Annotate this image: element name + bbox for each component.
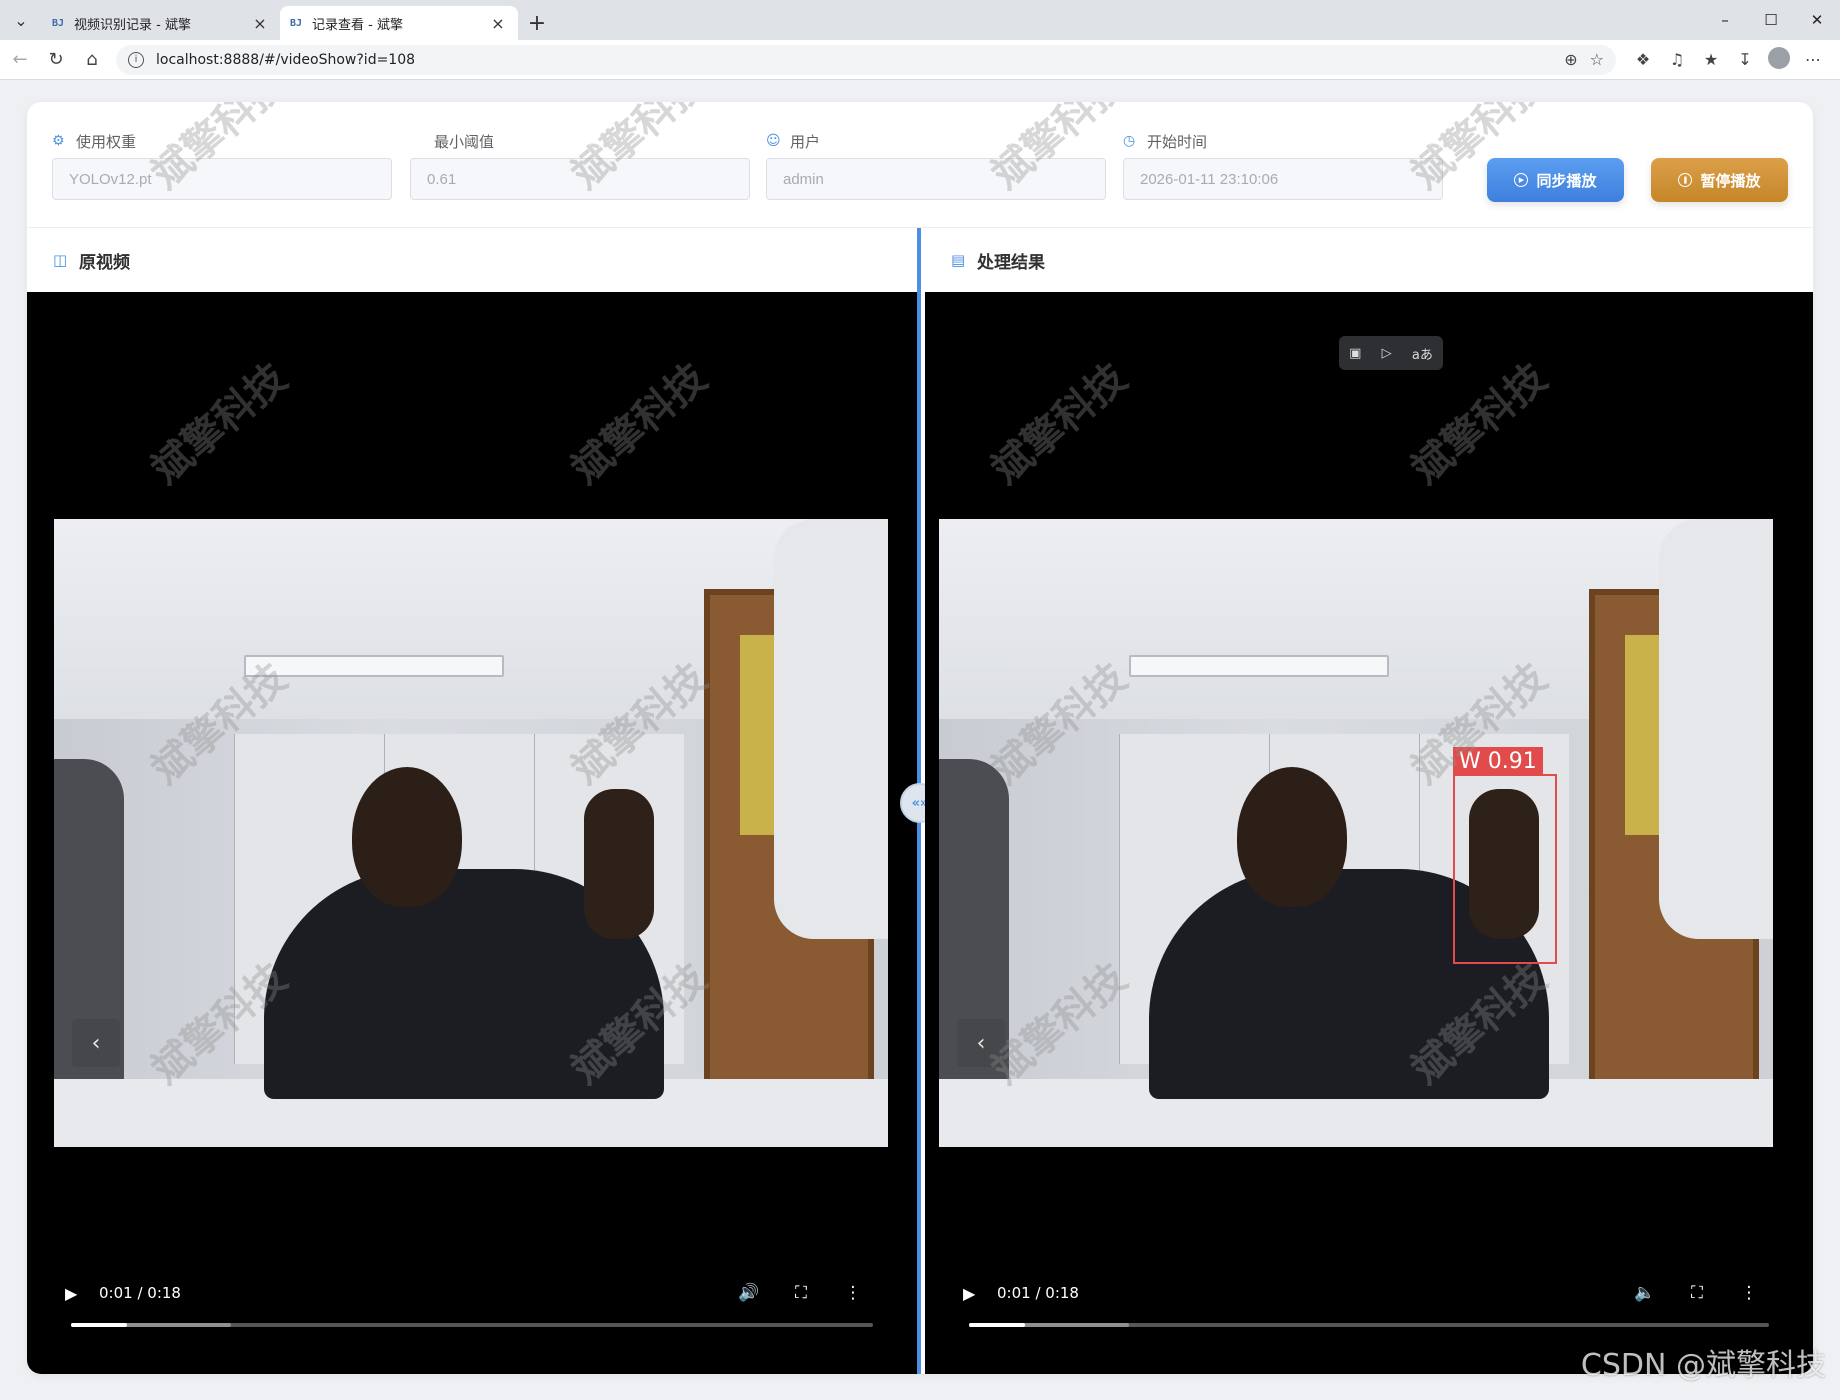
- extensions-puzzle-icon[interactable]: ❖: [1626, 50, 1660, 69]
- pause-play-button[interactable]: ❚ 暂停播放: [1651, 158, 1788, 202]
- favorites-list-icon[interactable]: ★: [1694, 50, 1728, 69]
- original-video-player[interactable]: ‹ ▶ 0:01 / 0:18 🔊 ⛶ ⋮: [27, 292, 917, 1374]
- weight-input[interactable]: YOLOv12.pt: [52, 158, 392, 200]
- home-icon[interactable]: ⌂: [76, 44, 108, 76]
- play-icon[interactable]: ▶: [963, 1284, 993, 1303]
- play-circle-icon: ▶: [1514, 173, 1529, 187]
- csdn-watermark: CSDN @斌擎科技: [1580, 1348, 1826, 1383]
- original-played-bar: [71, 1323, 128, 1327]
- fullscreen-icon[interactable]: ⛶: [1671, 1283, 1723, 1303]
- prev-arrow-icon[interactable]: ‹: [957, 1019, 1005, 1067]
- weight-field: ⚙ 使用权重 YOLOv12.pt: [52, 126, 392, 200]
- sync-play-button[interactable]: ▶ 同步播放: [1487, 158, 1624, 202]
- window-close-icon[interactable]: ✕: [1794, 0, 1840, 40]
- browser-tabbar: ⌄ BJ 视频识别记录 - 斌擎 × BJ 记录查看 - 斌擎 × + – ☐ …: [0, 0, 1840, 40]
- original-video-title: 原视频: [79, 252, 130, 273]
- tab-video-records[interactable]: BJ 视频识别记录 - 斌擎 ×: [42, 6, 280, 40]
- user-icon: ☺: [766, 133, 781, 149]
- original-video-controls: ▶ 0:01 / 0:18 🔊 ⛶ ⋮: [65, 1278, 879, 1308]
- video-camera-icon: ◫: [53, 251, 68, 269]
- start-time-input[interactable]: 2026-01-11 23:10:06: [1123, 158, 1443, 200]
- pause-circle-icon: ❚: [1678, 173, 1693, 187]
- result-video-player[interactable]: ▣ ▷ aあ W 0.91 ‹ ▶ 0:01 / 0:18 🔈 ⛶ ⋮: [925, 292, 1813, 1374]
- new-tab-plus-icon[interactable]: +: [520, 6, 554, 40]
- tab-favicon: BJ: [290, 17, 303, 29]
- original-video-panel: ◫ 原视频 ‹ ▶ 0:01 / 0:18 🔊 ⛶ ⋮: [27, 228, 917, 1374]
- weight-label: 使用权重: [76, 132, 137, 151]
- minimize-icon[interactable]: –: [1702, 0, 1748, 40]
- result-video-panel: ▤ 处理结果 ▣ ▷ aあ W 0.91 ‹ ▶ 0:01 / 0:18 🔈 ⛶…: [925, 228, 1813, 1374]
- window-controls: – ☐ ✕: [1702, 0, 1840, 40]
- overlay-visual-search-icon[interactable]: ▷: [1382, 346, 1392, 361]
- address-toolbar: ← ↻ ⌂ i localhost:8888/#/videoShow?id=10…: [0, 40, 1840, 80]
- monitor-icon: ▤: [951, 251, 966, 269]
- user-label: 用户: [790, 132, 821, 151]
- threshold-field: 最小阈值 0.61: [410, 126, 750, 200]
- browser-tools: ❖ ♫ ★ ↧ ⋯: [1626, 46, 1830, 73]
- detection-label: W 0.91: [1453, 747, 1543, 775]
- original-video-time: 0:01 / 0:18: [99, 1284, 181, 1302]
- result-video-progress[interactable]: [969, 1323, 1769, 1327]
- tab-close-icon[interactable]: ×: [250, 14, 270, 33]
- site-info-icon[interactable]: i: [128, 51, 144, 68]
- record-info-bar: ⚙ 使用权重 YOLOv12.pt 最小阈值 0.61 ☺ 用户 admin ◷ 开始…: [27, 102, 1813, 228]
- volume-icon[interactable]: 🔈: [1619, 1283, 1671, 1303]
- start-time-label: 开始时间: [1147, 132, 1208, 151]
- prev-arrow-icon[interactable]: ‹: [72, 1019, 120, 1067]
- reload-icon[interactable]: ↻: [40, 44, 72, 76]
- tab-title: 视频识别记录 - 斌擎: [74, 17, 192, 33]
- play-icon[interactable]: ▶: [65, 1284, 95, 1303]
- user-input[interactable]: admin: [766, 158, 1106, 200]
- detection-bounding-box: [1453, 774, 1557, 964]
- result-played-bar: [969, 1323, 1025, 1327]
- maximize-icon[interactable]: ☐: [1748, 0, 1794, 40]
- tab-record-view[interactable]: BJ 记录查看 - 斌擎 ×: [280, 6, 518, 40]
- threshold-input[interactable]: 0.61: [410, 158, 750, 200]
- clock-icon: ◷: [1123, 133, 1136, 149]
- tab-close-icon[interactable]: ×: [488, 14, 508, 33]
- result-video-title: 处理结果: [977, 252, 1045, 273]
- start-time-field: ◷ 开始时间 2026-01-11 23:10:06: [1123, 126, 1463, 200]
- overlay-crop-icon[interactable]: ▣: [1349, 346, 1361, 361]
- original-video-progress[interactable]: [71, 1323, 873, 1327]
- tab-title: 记录查看 - 斌擎: [312, 17, 404, 33]
- url-bar[interactable]: i localhost:8888/#/videoShow?id=108 ⊕ ☆: [116, 44, 1616, 75]
- threshold-label: 最小阈值: [434, 132, 495, 151]
- pause-play-label: 暂停播放: [1700, 171, 1761, 190]
- fullscreen-icon[interactable]: ⛶: [775, 1283, 827, 1303]
- record-view-card: ⚙ 使用权重 YOLOv12.pt 最小阈值 0.61 ☺ 用户 admin ◷ 开始…: [27, 102, 1813, 1374]
- overlay-translate-icon[interactable]: aあ: [1412, 344, 1433, 363]
- result-video-controls: ▶ 0:01 / 0:18 🔈 ⛶ ⋮: [963, 1278, 1775, 1308]
- volume-icon[interactable]: 🔊: [723, 1283, 775, 1303]
- favorite-star-icon[interactable]: ☆: [1590, 50, 1604, 69]
- user-field: ☺ 用户 admin: [766, 126, 1106, 200]
- tab-list-chevron-icon[interactable]: ⌄: [4, 3, 38, 37]
- zoom-icon[interactable]: ⊕: [1564, 50, 1577, 69]
- more-options-icon[interactable]: ⋮: [827, 1283, 879, 1303]
- profile-avatar[interactable]: [1762, 46, 1796, 73]
- download-icon[interactable]: ↧: [1728, 50, 1762, 69]
- media-icon[interactable]: ♫: [1660, 50, 1694, 69]
- more-options-icon[interactable]: ⋮: [1723, 1283, 1775, 1303]
- original-video-frame: ‹: [54, 519, 888, 1147]
- url-text: localhost:8888/#/videoShow?id=108: [156, 51, 416, 68]
- more-menu-icon[interactable]: ⋯: [1796, 50, 1830, 69]
- sync-play-label: 同步播放: [1536, 171, 1597, 190]
- result-video-frame: W 0.91 ‹: [939, 519, 1773, 1147]
- result-video-time: 0:01 / 0:18: [997, 1284, 1079, 1302]
- tab-favicon: BJ: [52, 17, 65, 29]
- back-arrow-icon[interactable]: ←: [4, 44, 36, 76]
- video-overlay-toolbar: ▣ ▷ aあ: [1339, 336, 1443, 370]
- chip-icon: ⚙: [52, 133, 65, 149]
